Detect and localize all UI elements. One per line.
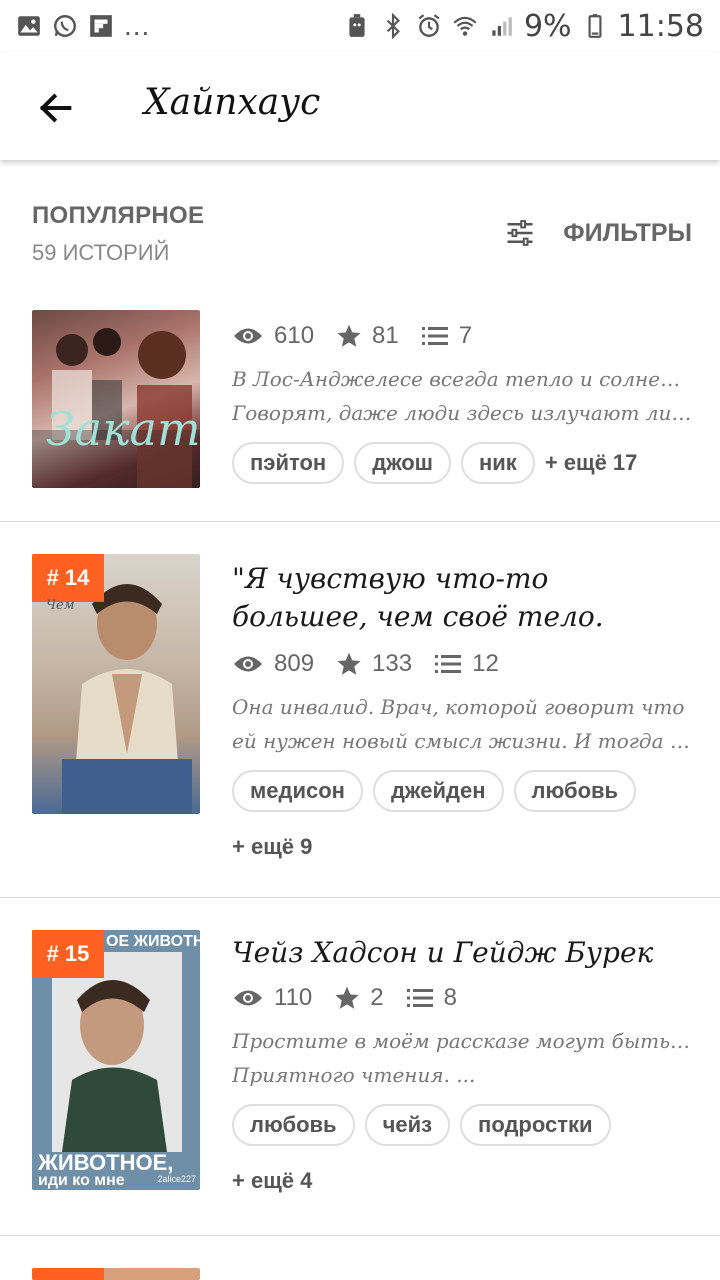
cover-author: 2alice227 bbox=[157, 1174, 196, 1184]
votes-count: 81 bbox=[372, 322, 399, 349]
list-icon bbox=[435, 655, 462, 673]
story-body: "Я чувствую что-то большее, чем своё тел… bbox=[232, 560, 692, 860]
story-cover[interactable]: # 15 ОЕ ЖИВОТНОЕ ЖИВОТНОЕ, иди ко мне 2a… bbox=[32, 930, 200, 1190]
eye-icon bbox=[234, 656, 262, 672]
more-tags[interactable]: + ещё 9 bbox=[232, 834, 692, 860]
story-description-line: Простите в моём рассказе могут быть ошиб… bbox=[232, 1029, 692, 1053]
story-description-line: Приятного чтения. ... bbox=[232, 1063, 476, 1087]
tag-chip[interactable]: ник bbox=[460, 442, 535, 484]
votes-stat: 81 bbox=[336, 322, 399, 350]
parts-count: 12 bbox=[472, 650, 499, 677]
more-tags[interactable]: + ещё 4 bbox=[232, 1168, 692, 1194]
status-bar: ... 9% 11:58 bbox=[0, 0, 720, 52]
cover-top-text: ОЕ ЖИВОТНОЕ bbox=[106, 933, 200, 950]
star-icon bbox=[335, 986, 359, 1009]
story-cover[interactable]: # 14 Чем bbox=[32, 554, 200, 814]
story-cover[interactable] bbox=[32, 1268, 200, 1280]
cover-title: ЖИВОТНОЕ, bbox=[38, 1150, 174, 1175]
alarm-icon bbox=[418, 14, 440, 37]
battery-percent: 9% bbox=[523, 8, 572, 44]
sliders-icon bbox=[507, 220, 533, 246]
tag-chip[interactable]: подростки bbox=[460, 1104, 611, 1146]
votes-stat: 133 bbox=[336, 650, 412, 678]
tag-list: пэйтон джош ник + ещё 17 bbox=[232, 442, 692, 484]
story-stats: 110 2 8 bbox=[232, 978, 692, 1018]
cover-title: Чем bbox=[46, 598, 75, 613]
cover-art bbox=[32, 328, 200, 488]
whatsapp-icon bbox=[54, 15, 76, 37]
story-description-line: ей нужен новый смысл жизни. И тогда она … bbox=[232, 729, 692, 753]
tag-chip[interactable]: джош bbox=[354, 442, 451, 484]
story-item[interactable]: Закат 610 81 7 В Лос-Анджелесе всегда те… bbox=[0, 282, 720, 522]
tag-chip[interactable]: джейден bbox=[372, 770, 504, 812]
tag-list: любовь чейз подростки bbox=[232, 1104, 692, 1146]
filters-button[interactable]: ФИЛЬТРЫ bbox=[503, 218, 692, 248]
battery-icon bbox=[588, 14, 602, 38]
rank-badge: # 14 bbox=[32, 554, 104, 602]
parts-stat: 8 bbox=[406, 984, 457, 1012]
story-stats: 610 81 7 bbox=[232, 316, 692, 356]
story-body: Чейз Хадсон и Гейдж Бурек 110 2 8 Прости… bbox=[232, 934, 692, 1194]
parts-count: 7 bbox=[458, 322, 473, 349]
list-icon bbox=[406, 989, 433, 1007]
story-description-line: Она инвалид. Врач, которой говорит что bbox=[232, 695, 685, 719]
cover-subtitle: иди ко мне bbox=[38, 1172, 125, 1189]
story-item[interactable]: # 14 Чем "Я чувствую что-то большее, чем… bbox=[0, 522, 720, 898]
tag-list: медисон джейден любовь bbox=[232, 770, 692, 812]
list-icon bbox=[421, 327, 448, 345]
back-button[interactable] bbox=[30, 82, 82, 134]
views-count: 610 bbox=[274, 322, 315, 349]
story-title[interactable]: "Я чувствую что-то большее, чем своё тел… bbox=[232, 560, 692, 636]
views-stat: 809 bbox=[232, 650, 314, 678]
more-notifications: ... bbox=[124, 10, 151, 41]
page-title: Хайпхаус bbox=[144, 82, 321, 123]
flipboard-icon bbox=[90, 15, 112, 37]
votes-stat: 2 bbox=[334, 984, 384, 1012]
bluetooth-icon bbox=[386, 13, 400, 39]
eye-icon bbox=[234, 990, 262, 1006]
tag-chip[interactable]: любовь bbox=[232, 1104, 355, 1146]
tag-chip[interactable]: медисон bbox=[232, 770, 363, 812]
clock: 11:58 bbox=[617, 8, 704, 44]
arrow-left-icon bbox=[39, 93, 72, 123]
section-header: ПОПУЛЯРНОЕ 59 ИСТОРИЙ ФИЛЬТРЫ bbox=[32, 202, 692, 272]
parts-stat: 12 bbox=[434, 650, 499, 678]
votes-count: 2 bbox=[370, 984, 384, 1011]
story-item[interactable] bbox=[0, 1236, 720, 1280]
views-stat: 610 bbox=[232, 322, 314, 350]
app-bar: Хайпхаус bbox=[0, 52, 720, 160]
views-count: 110 bbox=[274, 984, 313, 1011]
views-stat: 110 bbox=[232, 984, 312, 1012]
star-icon bbox=[337, 324, 361, 347]
signal-icon bbox=[492, 17, 512, 36]
story-body: 610 81 7 В Лос-Анджелесе всегда тепло и … bbox=[232, 316, 692, 484]
story-title[interactable]: Чейз Хадсон и Гейдж Бурек bbox=[232, 934, 692, 972]
parts-count: 8 bbox=[443, 984, 457, 1011]
story-cover[interactable]: Закат bbox=[32, 310, 200, 488]
wifi-icon bbox=[453, 16, 477, 36]
votes-count: 133 bbox=[372, 650, 413, 677]
tag-chip[interactable]: пэйтон bbox=[232, 442, 345, 484]
tag-chip[interactable]: чейз bbox=[364, 1104, 451, 1146]
rank-badge: # 15 bbox=[32, 930, 104, 978]
cover-title: Закат bbox=[46, 402, 200, 456]
story-description-line: Говорят, даже люди здесь излучают лишь д… bbox=[232, 401, 692, 425]
more-tags[interactable]: + ещё 17 bbox=[545, 450, 638, 476]
star-icon bbox=[337, 652, 361, 675]
story-description-line: В Лос-Анджелесе всегда тепло и солнечно. bbox=[232, 367, 692, 391]
views-count: 809 bbox=[274, 650, 315, 677]
filters-label: ФИЛЬТРЫ bbox=[563, 218, 692, 247]
tag-chip[interactable]: любовь bbox=[513, 770, 637, 812]
gallery-icon bbox=[18, 16, 40, 36]
story-item[interactable]: # 15 ОЕ ЖИВОТНОЕ ЖИВОТНОЕ, иди ко мне 2a… bbox=[0, 898, 720, 1236]
story-stats: 809 133 12 bbox=[232, 644, 692, 684]
parts-stat: 7 bbox=[421, 322, 472, 350]
android-icon bbox=[349, 14, 365, 37]
eye-icon bbox=[234, 328, 262, 344]
